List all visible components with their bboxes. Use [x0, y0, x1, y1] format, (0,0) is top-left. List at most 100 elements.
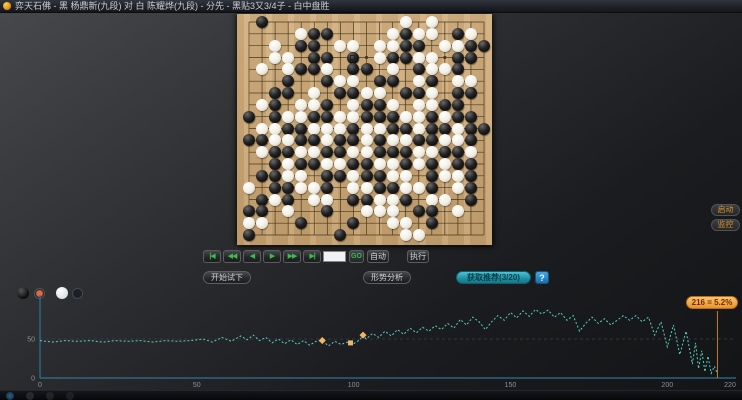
black-stone: [438, 98, 451, 111]
black-stone: [373, 146, 386, 159]
white-stone: [282, 51, 295, 64]
white-stone: [412, 122, 425, 135]
white-stone: [399, 110, 412, 123]
black-stone: [360, 98, 373, 111]
black-stone: [243, 229, 255, 241]
black-stone: [269, 98, 282, 111]
black-stone: [464, 39, 477, 52]
nav-last-button[interactable]: ▶|: [303, 250, 321, 263]
black-stone: [451, 158, 464, 170]
nav-back-button[interactable]: ◀: [243, 250, 261, 263]
taskbar-app-icon[interactable]: [26, 392, 34, 400]
white-stone: [386, 193, 399, 206]
white-stone: [360, 146, 373, 159]
white-stone: [334, 110, 347, 123]
nav-first-button[interactable]: |◀: [203, 250, 221, 263]
black-stone: [464, 87, 477, 99]
trial-play-button[interactable]: 开始试下: [203, 271, 251, 284]
get-recommendation-button[interactable]: 获取推荐(3/20): [456, 271, 531, 284]
position-analysis-button[interactable]: 形势分析: [363, 271, 411, 284]
title-bar[interactable]: 弈天石佛 - 黑 杨鼎新(九段) 对 白 陈耀烨(九段) - 分先 - 黑贴3又…: [0, 0, 742, 13]
black-stone: [451, 98, 464, 111]
black-stone: [399, 27, 412, 40]
nav-fast-forward-button[interactable]: ▶▶: [283, 250, 301, 263]
move-marker[interactable]: [348, 340, 353, 346]
black-stone: [373, 134, 386, 147]
black-stone: [269, 181, 282, 194]
white-stone: [464, 146, 477, 159]
black-stone: [386, 181, 399, 194]
white-stone: [386, 63, 399, 76]
white-stone: [412, 146, 425, 159]
black-stone: [425, 181, 438, 194]
black-stone: [321, 110, 334, 123]
black-stone: [243, 110, 255, 123]
taskbar-app-icon[interactable]: [46, 392, 54, 400]
black-stone: [478, 39, 490, 52]
black-stone: [464, 193, 477, 206]
black-stone: [399, 87, 412, 99]
black-stone: [464, 158, 477, 170]
white-stone: [399, 181, 412, 194]
taskbar[interactable]: [0, 390, 742, 400]
black-stone: [425, 122, 438, 135]
side-button-monitor[interactable]: 监控: [711, 219, 740, 231]
white-stone: [425, 193, 438, 206]
app-window: 弈天石佛 - 黑 杨鼎新(九段) 对 白 陈耀烨(九段) - 分先 - 黑贴3又…: [0, 0, 742, 400]
app-icon: [3, 2, 11, 10]
white-stone: [412, 27, 425, 40]
black-stone: [451, 146, 464, 159]
white-stone: [412, 51, 425, 64]
white-stone: [399, 134, 412, 147]
black-stone: [386, 51, 399, 64]
black-stone: [308, 27, 321, 40]
white-stone: [321, 122, 334, 135]
white-stone: [399, 229, 412, 241]
nav-fast-back-button[interactable]: ◀◀: [223, 250, 241, 263]
black-stone: [425, 110, 438, 123]
auto-play-button[interactable]: 自动: [367, 250, 389, 263]
taskbar-app-icon[interactable]: [66, 392, 74, 400]
black-stone: [464, 110, 477, 123]
white-stone: [282, 110, 295, 123]
white-stone: [373, 158, 386, 170]
black-stone: [425, 158, 438, 170]
black-stone: [412, 134, 425, 147]
side-button-start[interactable]: 启动: [711, 204, 740, 216]
move-marker[interactable]: [318, 337, 326, 345]
black-stone: [386, 146, 399, 159]
black-stone: [321, 51, 334, 64]
white-stone: [464, 27, 477, 40]
winrate-chart[interactable]: 0 50 100 150 200 220 0 50: [0, 285, 742, 390]
white-stone: [425, 146, 438, 159]
move-number-input[interactable]: [323, 251, 346, 262]
execute-button[interactable]: 执行: [407, 250, 429, 263]
black-stone: [399, 39, 412, 52]
black-stone: [425, 75, 438, 88]
black-stone: [386, 122, 399, 135]
black-stone: [321, 181, 334, 194]
white-stone: [373, 205, 386, 218]
white-stone: [295, 110, 308, 123]
black-stone: [256, 16, 269, 28]
black-stone: [373, 181, 386, 194]
black-stone: [399, 122, 412, 135]
go-board[interactable]: [237, 14, 492, 245]
black-stone: [464, 51, 477, 64]
window-title: 弈天石佛 - 黑 杨鼎新(九段) 对 白 陈耀烨(九段) - 分先 - 黑贴3又…: [15, 0, 330, 11]
go-button[interactable]: GO: [349, 250, 364, 263]
white-stone: [269, 193, 282, 206]
black-stone: [360, 63, 373, 76]
white-stone: [386, 98, 399, 111]
white-stone: [386, 217, 399, 230]
white-stone: [373, 51, 386, 64]
taskbar-start-icon[interactable]: [6, 392, 14, 400]
last-move-marker: [350, 54, 356, 60]
black-stone: [360, 193, 373, 206]
nav-forward-button[interactable]: ▶: [263, 250, 281, 263]
white-stone: [451, 39, 464, 52]
x-tick-label: 50: [193, 382, 201, 389]
white-stone: [386, 158, 399, 170]
help-button[interactable]: ?: [535, 271, 549, 284]
black-stone: [399, 158, 412, 170]
